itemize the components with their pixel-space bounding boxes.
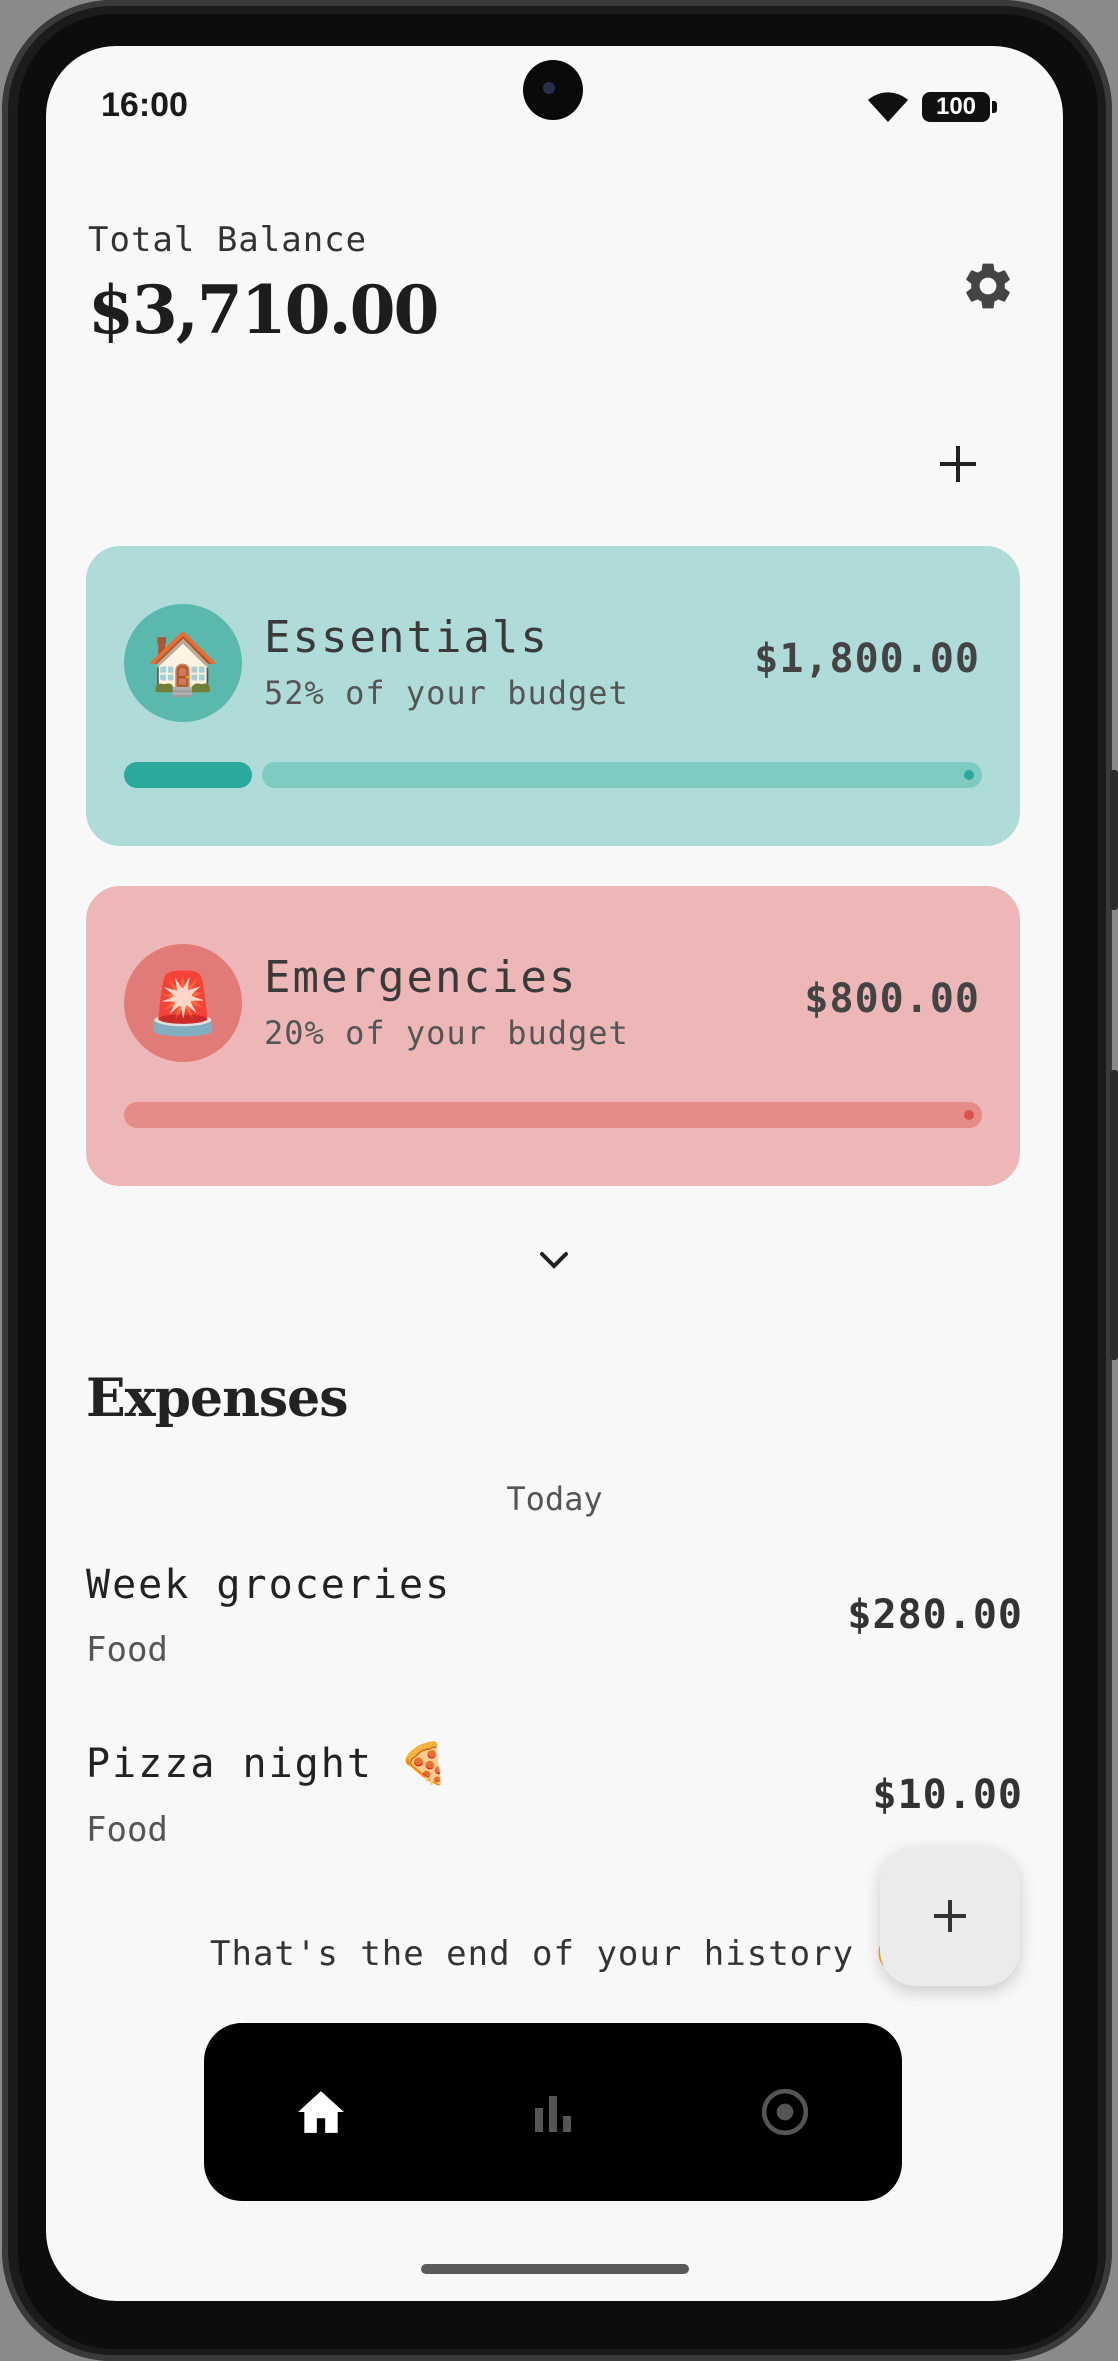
budget-subtitle: 20% of your budget [264,1014,629,1052]
chevron-down-icon[interactable] [534,1246,574,1276]
nav-goals[interactable] [740,2067,830,2157]
budget-amount: $1,800.00 [754,636,980,682]
house-icon: 🏠 [124,604,242,722]
expense-amount: $280.00 [847,1592,1023,1638]
siren-icon: 🚨 [124,944,242,1062]
expense-title: Week groceries [86,1562,452,1608]
expense-category: Food [86,1810,168,1850]
expense-amount: $10.00 [872,1772,1023,1818]
power-button [1110,1070,1118,1360]
bar-chart-icon [535,2096,571,2132]
budget-card-emergencies[interactable]: 🚨 Emergencies 20% of your budget $800.00 [86,886,1020,1186]
budget-progress-bar [124,762,982,788]
end-of-history-text: That's the end of your history 🤑 [210,1934,919,1974]
expense-category: Food [86,1630,168,1670]
add-expense-button[interactable] [880,1846,1020,1986]
section-title: Expenses [86,1368,349,1429]
budget-progress-bar [124,1102,982,1128]
plus-icon [934,1900,966,1932]
bottom-navigation [204,2023,902,2201]
gear-icon[interactable] [960,258,1016,314]
battery-icon: 100 [922,92,997,122]
balance-label: Total Balance [88,220,368,260]
budget-amount: $800.00 [804,976,980,1022]
budget-title: Emergencies [264,952,578,1003]
progress-end-dot [964,1110,974,1120]
progress-fill [124,762,252,788]
front-camera [523,60,583,120]
date-group-label: Today [506,1480,603,1518]
target-icon [761,2088,809,2136]
home-icon [298,2091,344,2133]
progress-track [124,1102,982,1128]
nav-home[interactable] [276,2067,366,2157]
progress-track [262,762,982,788]
budget-subtitle: 52% of your budget [264,674,629,712]
wifi-icon [868,92,908,122]
volume-button [1110,770,1118,910]
nav-stats[interactable] [508,2067,598,2157]
status-time: 16:00 [101,86,188,124]
budget-title: Essentials [264,612,549,663]
balance-amount: $3,710.00 [88,271,439,349]
budget-card-essentials[interactable]: 🏠 Essentials 52% of your budget $1,800.0… [86,546,1020,846]
add-budget-button[interactable] [936,442,980,486]
progress-end-dot [964,770,974,780]
expense-title: Pizza night 🍕 [86,1741,451,1787]
app-screen: 16:00 100 Total Balance $3,710.00 🏠 Esse… [46,46,1063,2301]
gesture-bar[interactable] [421,2264,689,2274]
